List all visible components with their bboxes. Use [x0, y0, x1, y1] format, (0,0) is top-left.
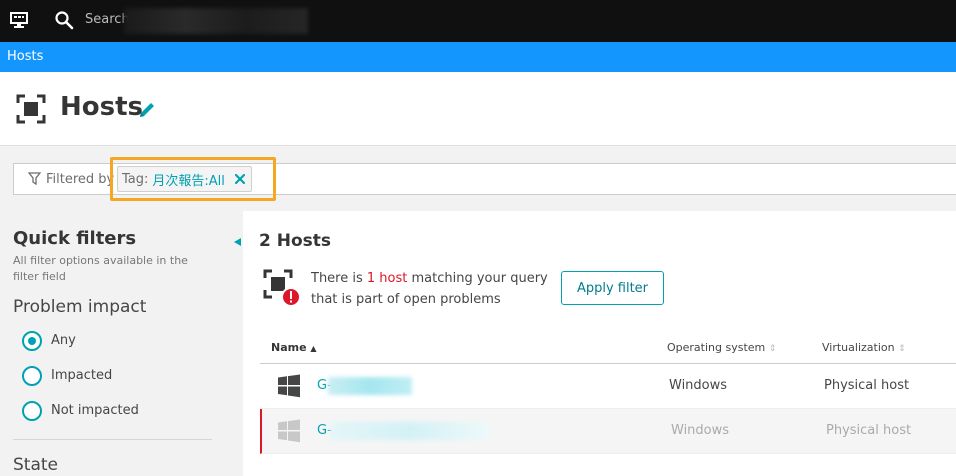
monitor-menu-icon[interactable] — [10, 12, 28, 28]
column-header-name[interactable]: Name ▲ — [271, 341, 317, 354]
windows-icon — [278, 419, 300, 443]
column-header-os[interactable]: Operating system ⇕ — [667, 341, 776, 354]
virtualization-cell: Physical host — [826, 423, 912, 438]
divider — [13, 439, 212, 440]
highlight-annotation-box — [110, 157, 276, 201]
top-navigation-bar: Search — [0, 0, 956, 42]
sort-icon: ⇕ — [768, 344, 777, 354]
message-text: There is — [311, 271, 367, 286]
state-section-title: State — [13, 455, 58, 475]
radio-not-impacted[interactable]: Not impacted — [13, 393, 218, 428]
radio-label: Any — [51, 333, 76, 348]
search-icon[interactable] — [54, 10, 74, 30]
redacted-host-name — [328, 377, 412, 395]
message-text: matching your query — [407, 271, 548, 286]
radio-any[interactable]: Any — [13, 323, 218, 358]
redacted-host-name — [330, 422, 490, 440]
filtered-by-label: Filtered by — [46, 172, 115, 187]
os-cell: Windows — [669, 378, 728, 393]
breadcrumb: Hosts — [0, 42, 956, 72]
problem-impact-title: Problem impact — [13, 297, 147, 317]
host-count-link[interactable]: 1 host — [367, 271, 407, 286]
collapse-left-arrow-icon[interactable] — [232, 237, 242, 247]
host-icon — [16, 94, 46, 124]
table-row[interactable]: G- Windows Physical host — [260, 409, 956, 454]
results-count-title: 2 Hosts — [259, 231, 332, 251]
page-header: Hosts — [0, 72, 956, 146]
quick-filters-title: Quick filters — [13, 228, 137, 249]
host-problem-icon — [263, 269, 301, 307]
table-header: Name ▲ Operating system ⇕ Virtualization… — [260, 332, 956, 364]
column-header-label: Operating system — [667, 341, 766, 354]
quick-filters-panel: Quick filters All filter options availab… — [13, 228, 218, 475]
hosts-table: Name ▲ Operating system ⇕ Virtualization… — [260, 332, 956, 454]
problem-message: There is 1 host matching your query that… — [311, 268, 548, 310]
radio-button-checked[interactable] — [22, 330, 42, 351]
column-header-label: Name — [271, 341, 307, 354]
virtualization-cell: Physical host — [824, 378, 910, 393]
breadcrumb-hosts-link[interactable]: Hosts — [7, 49, 43, 64]
redacted-search-content — [124, 8, 308, 34]
table-row[interactable]: G- Windows Physical host — [260, 364, 956, 409]
page-title: Hosts — [60, 92, 144, 122]
radio-button[interactable] — [22, 400, 42, 421]
radio-label: Not impacted — [51, 403, 139, 418]
windows-icon — [278, 374, 300, 398]
sort-icon: ⇕ — [898, 344, 906, 354]
message-text-line2: that is part of open problems — [311, 292, 501, 307]
column-header-label: Virtualization — [822, 341, 895, 354]
filter-funnel-icon — [28, 172, 41, 185]
sort-asc-icon: ▲ — [310, 344, 317, 353]
results-panel: 2 Hosts There is 1 host matching your qu… — [243, 211, 956, 476]
os-cell: Windows — [671, 423, 730, 438]
column-header-virtualization[interactable]: Virtualization ⇕ — [822, 341, 906, 354]
radio-impacted[interactable]: Impacted — [13, 358, 218, 393]
quick-filters-subtitle: All filter options available in the filt… — [13, 254, 188, 283]
edit-pencil-icon[interactable] — [137, 100, 157, 120]
radio-label: Impacted — [51, 368, 113, 383]
radio-button[interactable] — [22, 365, 42, 386]
apply-filter-button[interactable]: Apply filter — [561, 271, 664, 305]
search-input[interactable]: Search — [85, 12, 130, 27]
